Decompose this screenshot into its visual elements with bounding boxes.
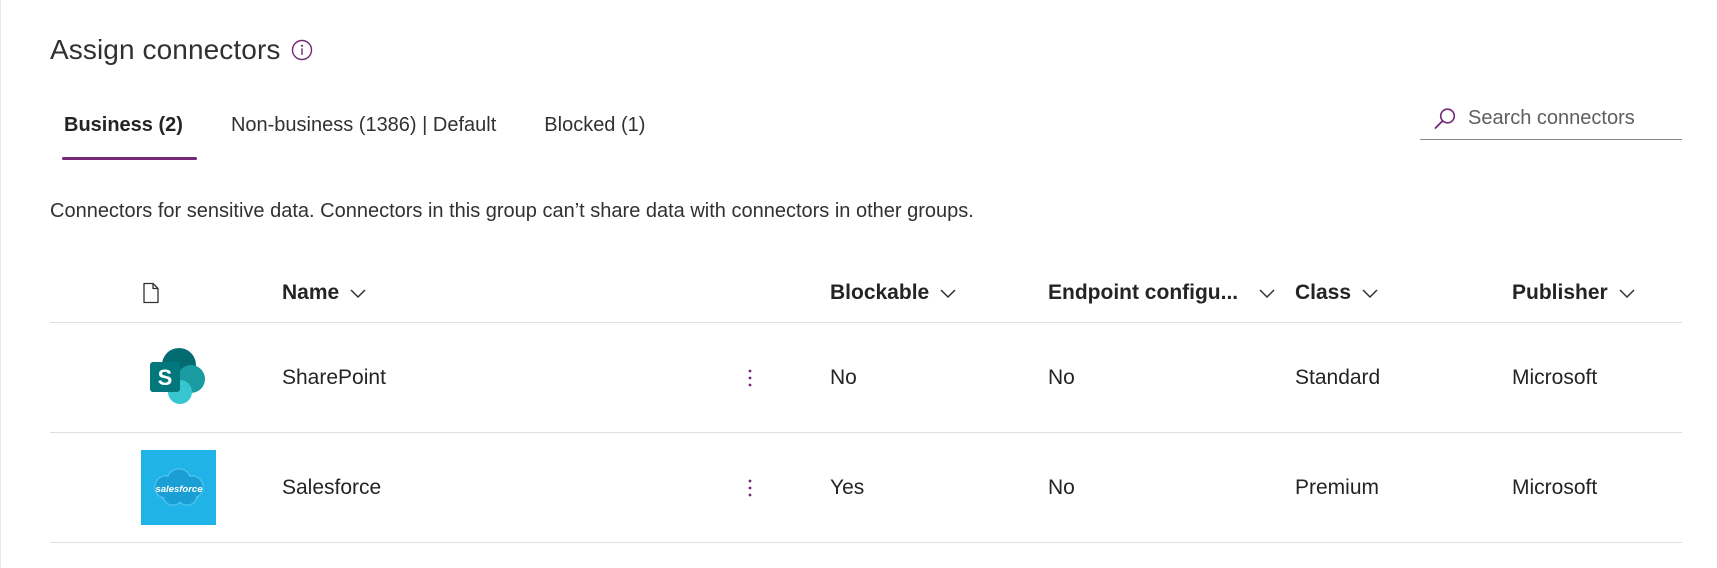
column-header-name-label: Name [282, 280, 340, 304]
endpoint-configuration-value: No [1048, 365, 1075, 389]
table-row[interactable]: salesforce Salesforce Yes No Premium Mic… [50, 433, 1682, 543]
group-description: Connectors for sensitive data. Connector… [50, 200, 974, 222]
search-box [1420, 98, 1682, 140]
column-header-class-label: Class [1295, 280, 1352, 304]
class-value: Standard [1295, 365, 1381, 389]
chevron-down-icon [1361, 287, 1379, 299]
file-icon [141, 282, 161, 304]
blockable-value: No [830, 365, 857, 389]
icon-column-header [141, 263, 161, 322]
chevron-down-icon [1618, 287, 1636, 299]
column-header-publisher[interactable]: Publisher [1512, 263, 1636, 322]
blockable-value: Yes [830, 475, 865, 499]
page-title: Assign connectors [50, 34, 281, 65]
assign-connectors-page: Assign connectors Business (2) Non-busin… [0, 0, 1717, 568]
connectors-table: Name Blockable Endpoint configu... Class [50, 263, 1682, 543]
tab-blocked[interactable]: Blocked (1) [530, 108, 659, 160]
connector-logo-cell: S [141, 323, 216, 432]
salesforce-logo-text: salesforce [155, 484, 203, 495]
connector-name: SharePoint [282, 365, 386, 389]
search-input[interactable] [1468, 107, 1678, 130]
class-value: Premium [1295, 475, 1380, 499]
svg-text:S: S [157, 365, 172, 390]
row-actions-cell [740, 433, 760, 542]
title-row: Assign connectors [50, 34, 313, 66]
search-icon[interactable] [1432, 106, 1458, 132]
publisher-value: Microsoft [1512, 365, 1598, 389]
chevron-down-icon [1258, 287, 1276, 299]
tab-business[interactable]: Business (2) [50, 108, 197, 160]
connector-group-tabs: Business (2) Non-business (1386) | Defau… [50, 108, 659, 160]
sharepoint-logo: S [141, 340, 216, 415]
table-header-row: Name Blockable Endpoint configu... Class [50, 263, 1682, 323]
info-icon[interactable] [291, 39, 313, 61]
column-header-endpoint-label: Endpoint configu... [1048, 280, 1239, 304]
chevron-down-icon [939, 287, 957, 299]
column-header-endpoint-configuration[interactable]: Endpoint configu... [1048, 263, 1276, 322]
publisher-value: Microsoft [1512, 475, 1598, 499]
more-options-icon[interactable] [747, 368, 753, 388]
endpoint-configuration-value: No [1048, 475, 1075, 499]
column-header-publisher-label: Publisher [1512, 280, 1608, 304]
column-header-blockable[interactable]: Blockable [830, 263, 957, 322]
more-options-icon[interactable] [747, 478, 753, 498]
row-actions-cell [740, 323, 760, 432]
column-header-name[interactable]: Name [282, 263, 367, 322]
table-row[interactable]: S SharePoint No No Standard Microsoft [50, 323, 1682, 433]
column-header-class[interactable]: Class [1295, 263, 1379, 322]
connector-logo-cell: salesforce [141, 433, 216, 542]
salesforce-logo: salesforce [141, 450, 216, 525]
column-header-blockable-label: Blockable [830, 280, 930, 304]
connector-name: Salesforce [282, 475, 382, 499]
tab-non-business[interactable]: Non-business (1386) | Default [217, 108, 510, 160]
chevron-down-icon [349, 287, 367, 299]
